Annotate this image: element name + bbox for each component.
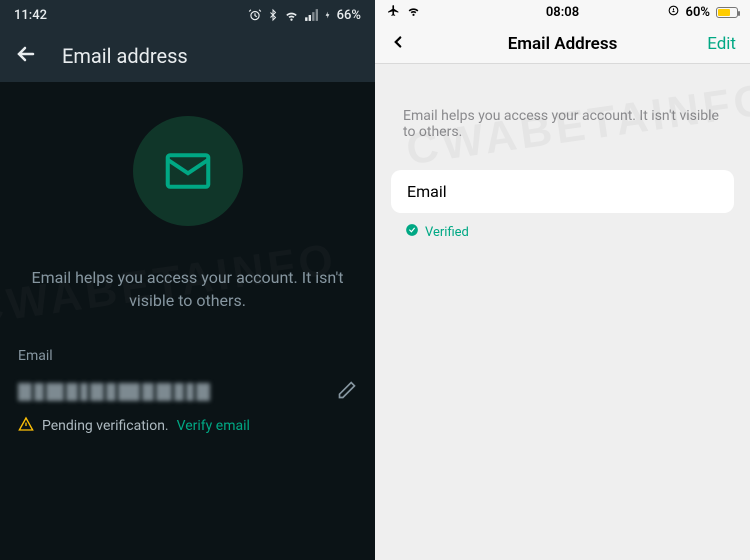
ios-statusbar: 08:08 60% (375, 0, 750, 24)
verified-check-icon (405, 223, 419, 241)
bluetooth-icon (267, 8, 279, 22)
envelope-icon (161, 144, 215, 198)
status-time: 11:42 (14, 8, 47, 23)
android-statusbar: 11:42 66% (0, 0, 375, 30)
email-label: Email (407, 182, 447, 201)
help-text: Email helps you access your account. It … (403, 108, 734, 140)
status-time: 08:08 (546, 5, 579, 20)
wifi-icon (284, 8, 299, 22)
envelope-hero (133, 116, 243, 226)
battery-icon (716, 7, 738, 18)
edit-button[interactable]: Edit (707, 34, 736, 54)
status-left (387, 4, 421, 21)
edit-pencil-icon[interactable] (337, 380, 357, 404)
ios-panel: 08:08 60% Email Address Edit CWABETAINFO… (375, 0, 750, 560)
android-panel: 11:42 66% Email address CWABETAINFO (0, 0, 375, 560)
ios-content: Email helps you access your account. It … (375, 108, 750, 241)
back-arrow-icon[interactable] (14, 42, 38, 70)
android-header: Email address (0, 30, 375, 82)
airplane-icon (387, 4, 400, 21)
blurred-email-value (18, 381, 228, 403)
status-icons: 66% (248, 8, 361, 23)
verify-email-link[interactable]: Verify email (177, 418, 250, 434)
pending-row: Pending verification. Verify email (18, 416, 357, 436)
help-text: Email helps you access your account. It … (18, 266, 357, 312)
verified-text: Verified (425, 225, 469, 240)
android-content: Email helps you access your account. It … (0, 82, 375, 456)
email-card[interactable]: Email (391, 170, 734, 213)
email-label: Email (18, 348, 357, 364)
pending-text: Pending verification. (42, 418, 169, 434)
signal-icon (304, 8, 318, 22)
battery-text: 66% (337, 8, 361, 23)
warning-icon (18, 416, 34, 436)
verified-row: Verified (405, 223, 734, 241)
alarm-icon (248, 8, 262, 22)
battery-text: 60% (686, 5, 710, 20)
orientation-lock-icon (667, 4, 680, 21)
page-title: Email address (62, 44, 188, 68)
back-chevron-icon[interactable] (389, 31, 407, 57)
status-right: 60% (667, 4, 738, 21)
wifi-icon (406, 4, 421, 21)
page-title: Email Address (508, 34, 618, 54)
email-row (18, 380, 357, 404)
ios-header: Email Address Edit (375, 24, 750, 64)
charging-icon (323, 8, 332, 22)
